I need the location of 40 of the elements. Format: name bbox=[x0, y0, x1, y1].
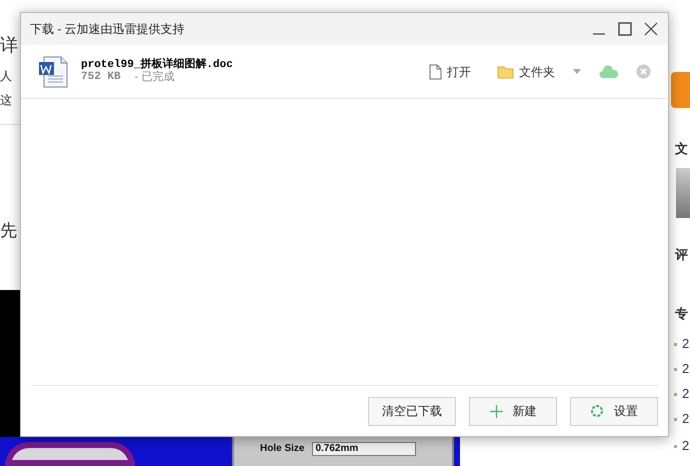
settings-button[interactable]: 设置 bbox=[570, 396, 658, 426]
bullet-icon bbox=[674, 368, 677, 371]
file-size: 752 KB bbox=[81, 72, 121, 83]
folder-icon bbox=[497, 64, 514, 78]
page-text: 评 bbox=[675, 248, 688, 261]
page-text: 文 bbox=[675, 142, 688, 155]
list-link[interactable]: 2 bbox=[682, 362, 690, 375]
list-link[interactable]: 2 bbox=[682, 337, 690, 350]
close-icon[interactable] bbox=[644, 22, 658, 36]
list-link[interactable]: 2 bbox=[682, 387, 690, 400]
maximize-icon[interactable] bbox=[618, 22, 632, 36]
side-button[interactable] bbox=[671, 72, 690, 108]
close-circle-icon[interactable] bbox=[636, 64, 651, 79]
new-button[interactable]: 新建 bbox=[469, 396, 557, 426]
plus-icon bbox=[490, 404, 502, 418]
clear-downloads-button[interactable]: 清空已下载 bbox=[368, 396, 456, 426]
hole-size-field[interactable]: 0.762mm bbox=[312, 442, 416, 456]
bullet-icon bbox=[674, 418, 677, 421]
download-status: - 已完成 bbox=[134, 72, 174, 83]
photo-placeholder bbox=[676, 168, 690, 218]
page-text: 人 bbox=[0, 70, 12, 82]
dropdown-caret-icon[interactable] bbox=[573, 69, 581, 74]
word-document-icon bbox=[38, 56, 69, 88]
window-title: 下载 - 云加速由迅雷提供支持 bbox=[30, 21, 186, 38]
field-label: Hole Size bbox=[260, 442, 304, 454]
bullet-icon bbox=[674, 445, 677, 448]
gear-icon bbox=[590, 404, 604, 418]
page-text: 这 bbox=[0, 94, 12, 106]
action-button[interactable]: 文件夹 bbox=[497, 62, 555, 80]
cloud-icon[interactable] bbox=[599, 64, 619, 78]
page-text: 专 bbox=[675, 307, 688, 320]
document-icon bbox=[429, 64, 442, 80]
bullet-icon bbox=[674, 393, 677, 396]
page-text: 先 bbox=[0, 222, 17, 239]
list-link[interactable]: 2 bbox=[682, 412, 690, 425]
bullet-icon bbox=[674, 343, 677, 346]
action-button[interactable]: 打开 bbox=[429, 62, 471, 80]
page-text: 详 bbox=[0, 36, 18, 54]
file-name: protel99_拼板详细图解.doc bbox=[81, 60, 234, 71]
list-link[interactable]: 2 bbox=[682, 439, 690, 452]
